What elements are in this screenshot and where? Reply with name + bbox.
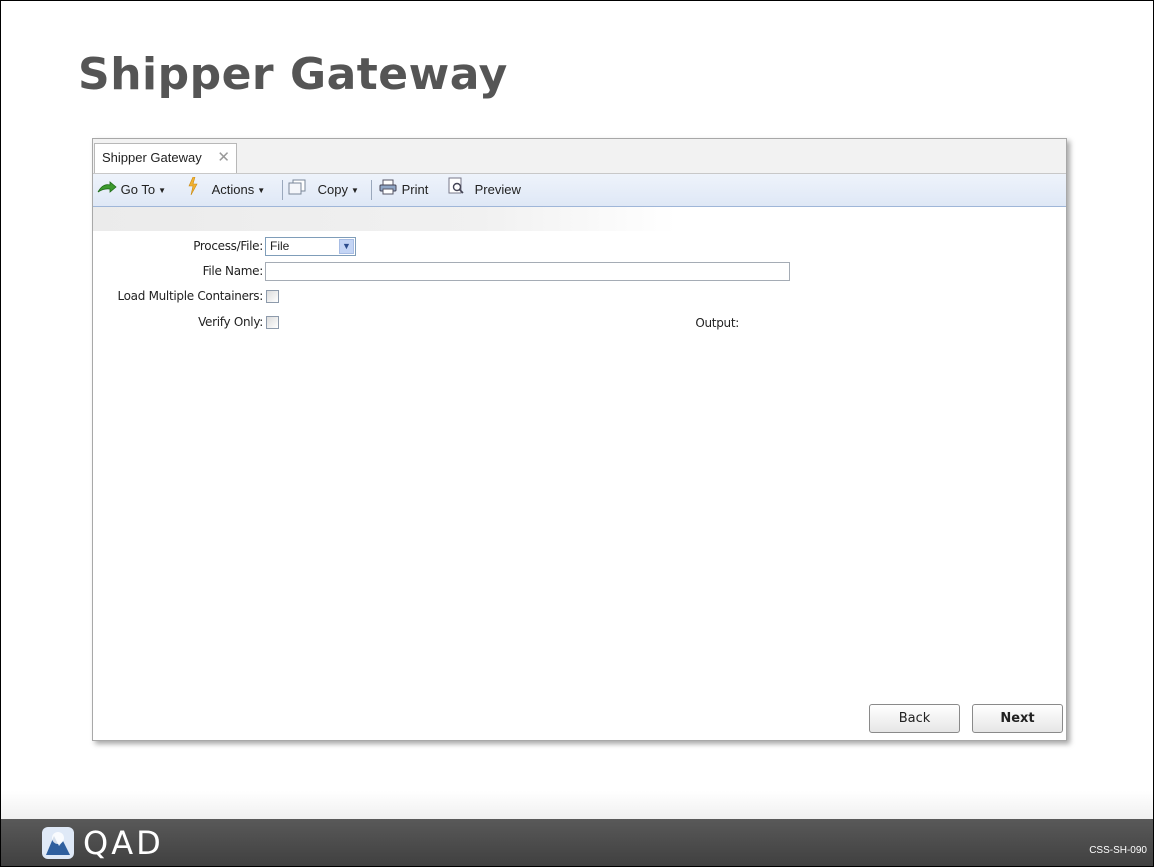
close-icon[interactable]: ✕ xyxy=(217,144,230,172)
process-file-label: Process/File: xyxy=(193,239,263,253)
load-multiple-containers-checkbox[interactable] xyxy=(266,290,279,303)
slide-code: CSS-SH-090 xyxy=(1089,845,1147,856)
file-name-input[interactable] xyxy=(265,262,790,281)
qad-logo-icon xyxy=(41,826,75,865)
chevron-down-icon: ▼ xyxy=(350,186,359,195)
lightning-icon xyxy=(186,175,200,207)
back-button[interactable]: Back xyxy=(869,704,960,733)
toolbar: Go To ▼ Actions ▼ Copy ▼ Print Preview xyxy=(93,174,1066,207)
footer-fade xyxy=(1,791,1153,819)
process-file-select[interactable]: File ▼ xyxy=(265,237,356,256)
copy-menu[interactable]: Copy ▼ xyxy=(288,174,359,206)
copy-label: Copy xyxy=(317,182,348,197)
preview-button[interactable]: Preview xyxy=(447,174,521,206)
goto-menu[interactable]: Go To ▼ xyxy=(97,174,166,206)
verify-only-label: Verify Only: xyxy=(198,315,263,329)
tab-shipper-gateway[interactable]: Shipper Gateway ✕ xyxy=(94,143,237,173)
print-label: Print xyxy=(401,182,429,197)
output-label: Output: xyxy=(695,316,739,330)
actions-menu[interactable]: Actions ▼ xyxy=(186,174,265,206)
preview-icon xyxy=(447,175,465,207)
goto-arrow-icon xyxy=(97,175,117,207)
app-window: Shipper Gateway ✕ Go To ▼ Actions ▼ Copy… xyxy=(92,138,1067,741)
chevron-down-icon: ▼ xyxy=(158,186,166,195)
chevron-down-icon: ▼ xyxy=(257,186,266,195)
qad-logo-text: QAD xyxy=(83,824,164,862)
goto-label: Go To xyxy=(120,182,156,197)
file-name-label: File Name: xyxy=(202,264,264,278)
slide: Shipper Gateway Shipper Gateway ✕ Go To ▼… xyxy=(0,0,1154,867)
slide-title: Shipper Gateway xyxy=(78,49,508,100)
preview-label: Preview xyxy=(474,182,521,197)
tab-bar: Shipper Gateway ✕ xyxy=(93,139,1066,174)
toolbar-separator xyxy=(282,180,283,200)
actions-label: Actions xyxy=(211,182,255,197)
copy-icon xyxy=(288,175,308,207)
load-multiple-containers-label: Load Multiple Containers: xyxy=(117,289,263,303)
sub-toolbar-strip xyxy=(93,207,1066,231)
print-button[interactable]: Print xyxy=(378,174,428,206)
chevron-down-icon[interactable]: ▼ xyxy=(339,239,354,254)
process-file-value: File xyxy=(270,239,290,253)
next-button[interactable]: Next xyxy=(972,704,1063,733)
tab-label: Shipper Gateway xyxy=(102,150,202,165)
verify-only-checkbox[interactable] xyxy=(266,316,279,329)
toolbar-separator xyxy=(371,180,372,200)
printer-icon xyxy=(378,175,398,207)
footer-bar xyxy=(1,819,1153,866)
